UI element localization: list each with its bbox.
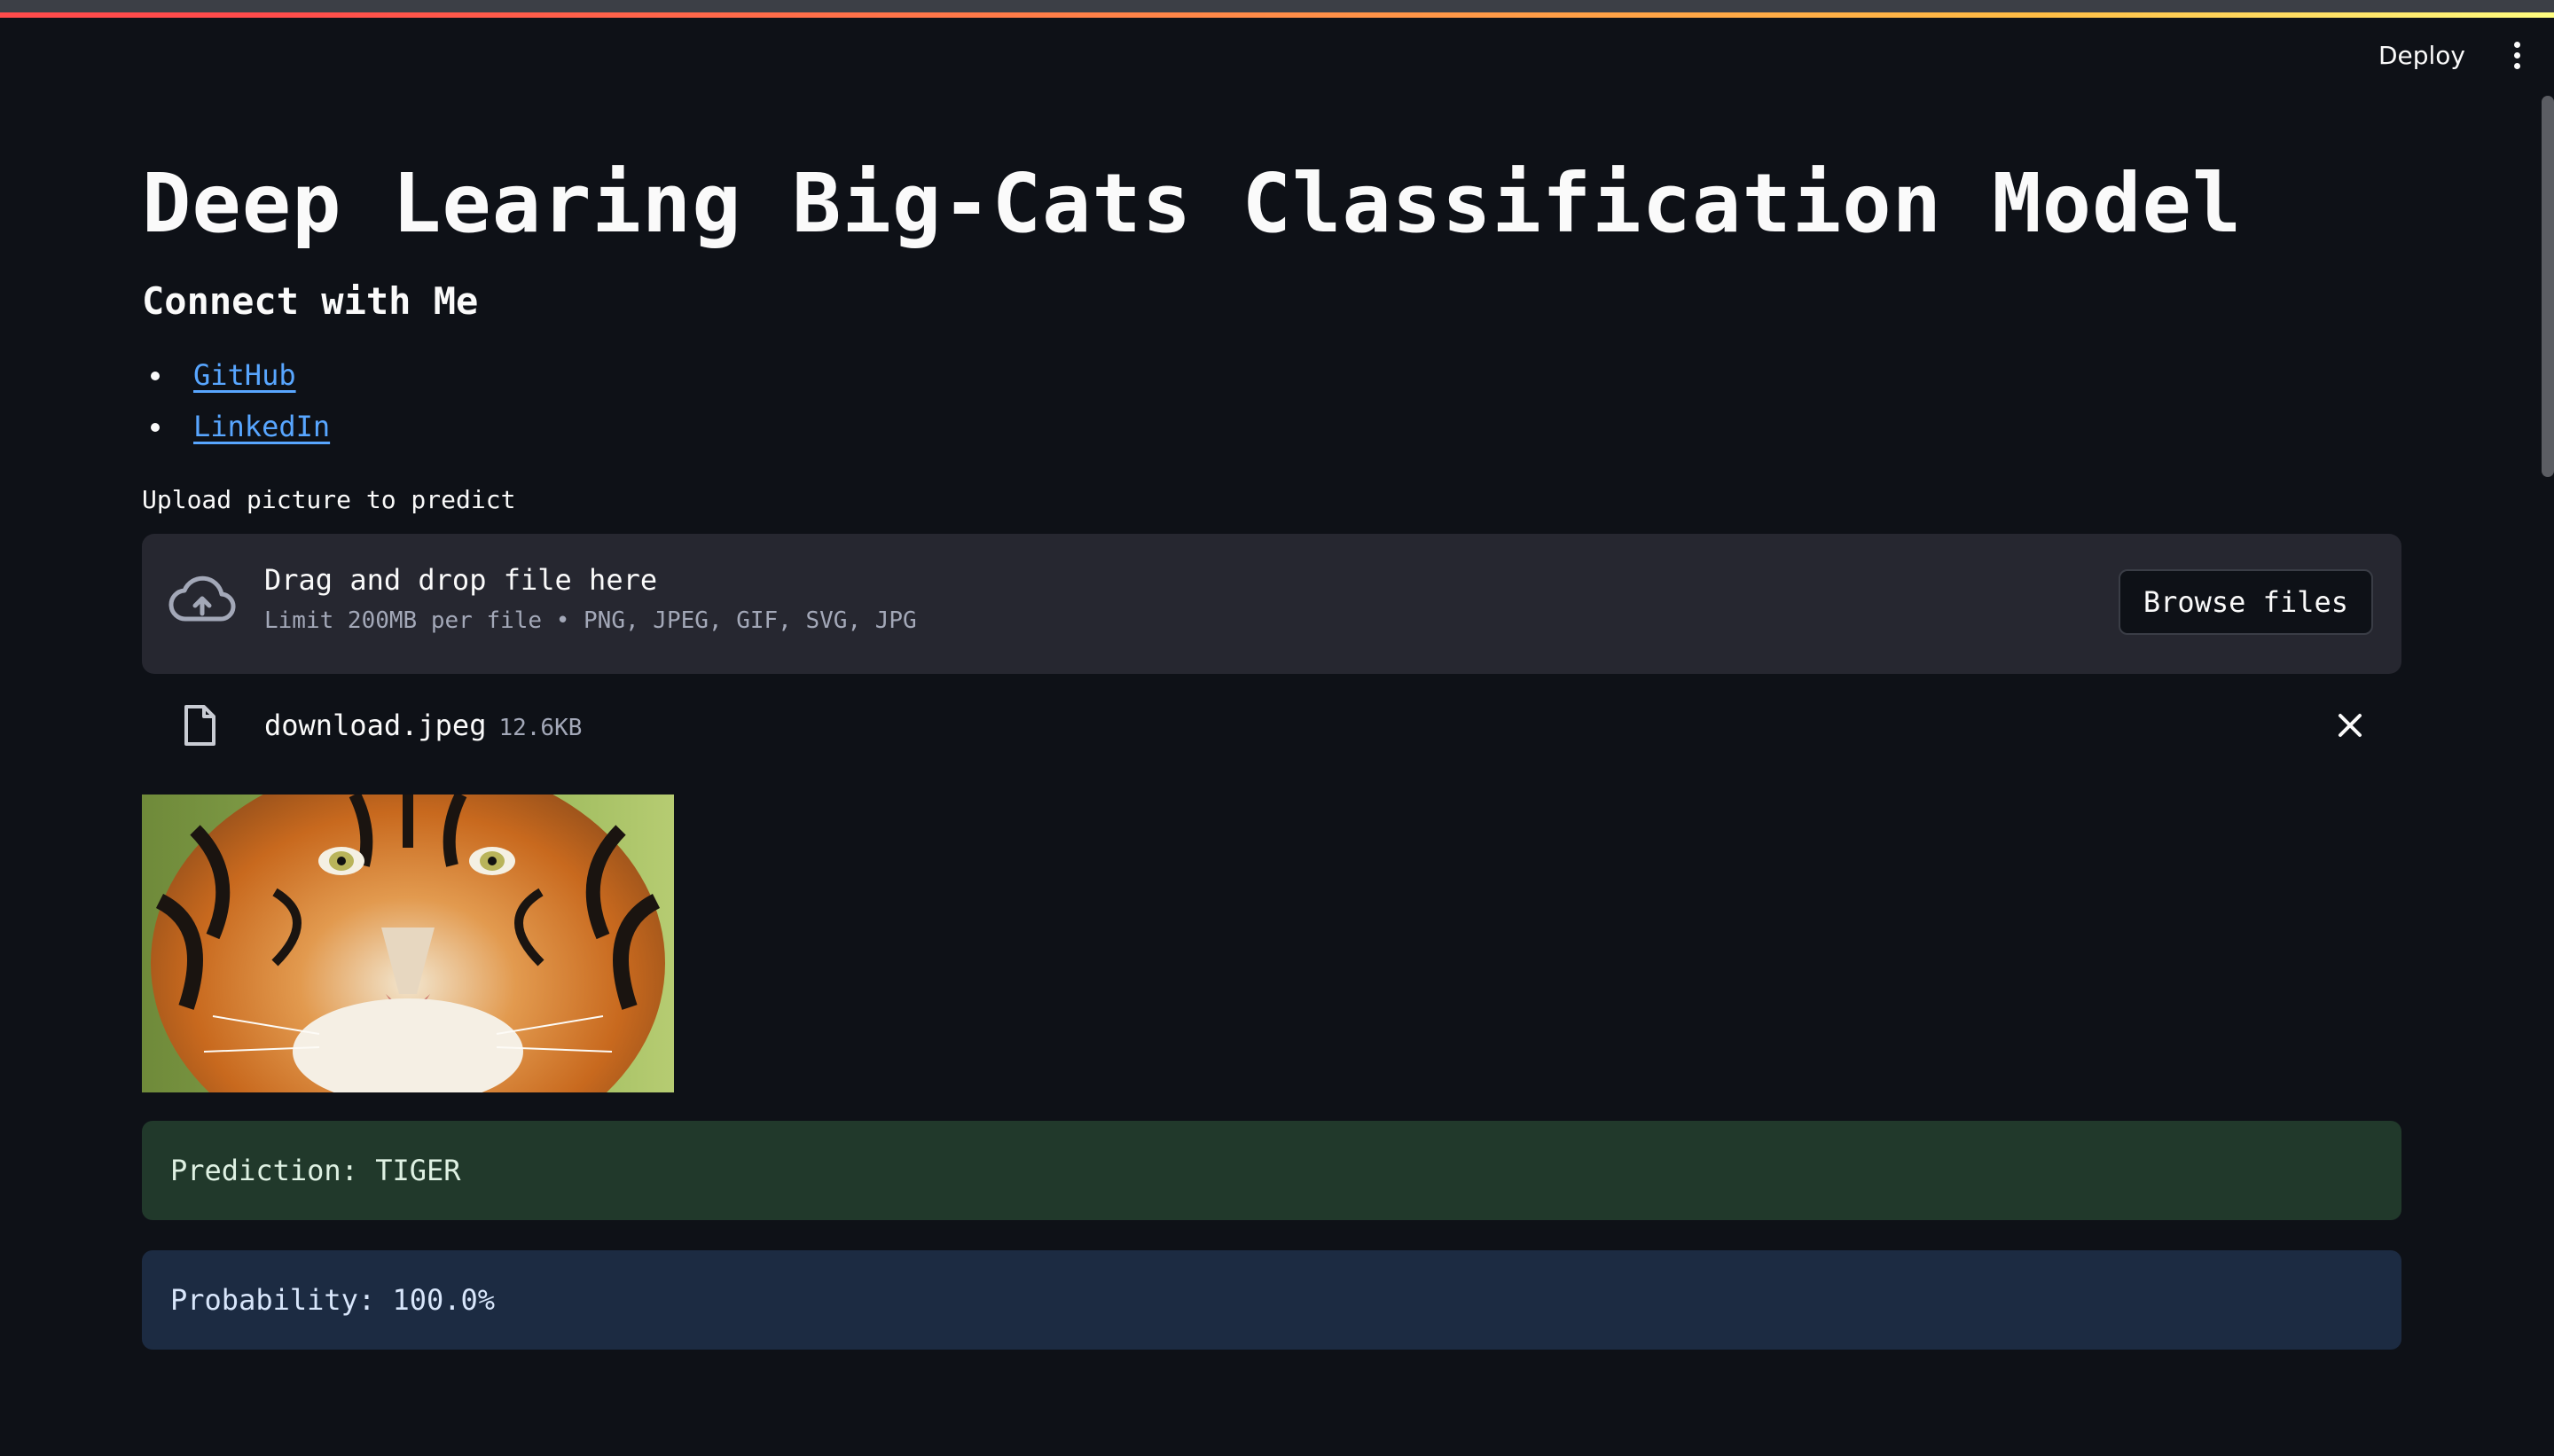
upload-label: Upload picture to predict (142, 485, 516, 514)
file-dropzone[interactable]: Drag and drop file here Limit 200MB per … (142, 534, 2401, 674)
prediction-alert: Prediction: TIGER (142, 1121, 2401, 1220)
browse-files-button[interactable]: Browse files (2118, 569, 2373, 635)
scrollbar-thumb[interactable] (2542, 96, 2554, 477)
header-actions: Deploy (2370, 34, 2527, 77)
uploaded-image (142, 795, 674, 1092)
list-item: GitHub (142, 349, 2401, 401)
list-item: LinkedIn (142, 401, 2401, 452)
uploaded-file-row: download.jpeg 12.6KB (142, 692, 2401, 763)
file-icon (184, 705, 215, 746)
dropzone-text: Drag and drop file here Limit 200MB per … (264, 560, 917, 638)
close-icon[interactable] (2336, 711, 2364, 740)
dropzone-limit: Limit 200MB per file • PNG, JPEG, GIF, S… (264, 607, 917, 634)
deploy-button[interactable]: Deploy (2370, 34, 2474, 77)
file-name-wrapper: download.jpeg 12.6KB (264, 706, 582, 748)
app-page: Deploy Deep Learing Big-Cats Classificat… (0, 0, 2554, 1456)
cloud-upload-icon (168, 575, 236, 622)
connect-heading: Connect with Me (142, 279, 479, 323)
linkedin-link[interactable]: LinkedIn (193, 410, 330, 443)
github-link[interactable]: GitHub (193, 358, 296, 392)
tiger-image (142, 795, 674, 1092)
probability-alert: Probability: 100.0% (142, 1250, 2401, 1350)
more-vertical-icon[interactable] (2506, 36, 2527, 75)
page-title: Deep Learing Big-Cats Classification Mod… (142, 156, 2243, 251)
social-links-list: GitHub LinkedIn (142, 349, 2401, 452)
dropzone-title: Drag and drop file here (264, 563, 658, 597)
file-size: 12.6KB (498, 715, 583, 741)
file-name: download.jpeg (264, 708, 487, 742)
top-decoration-bar (0, 0, 2554, 18)
main-content: Deep Learing Big-Cats Classification Mod… (142, 151, 2401, 1350)
